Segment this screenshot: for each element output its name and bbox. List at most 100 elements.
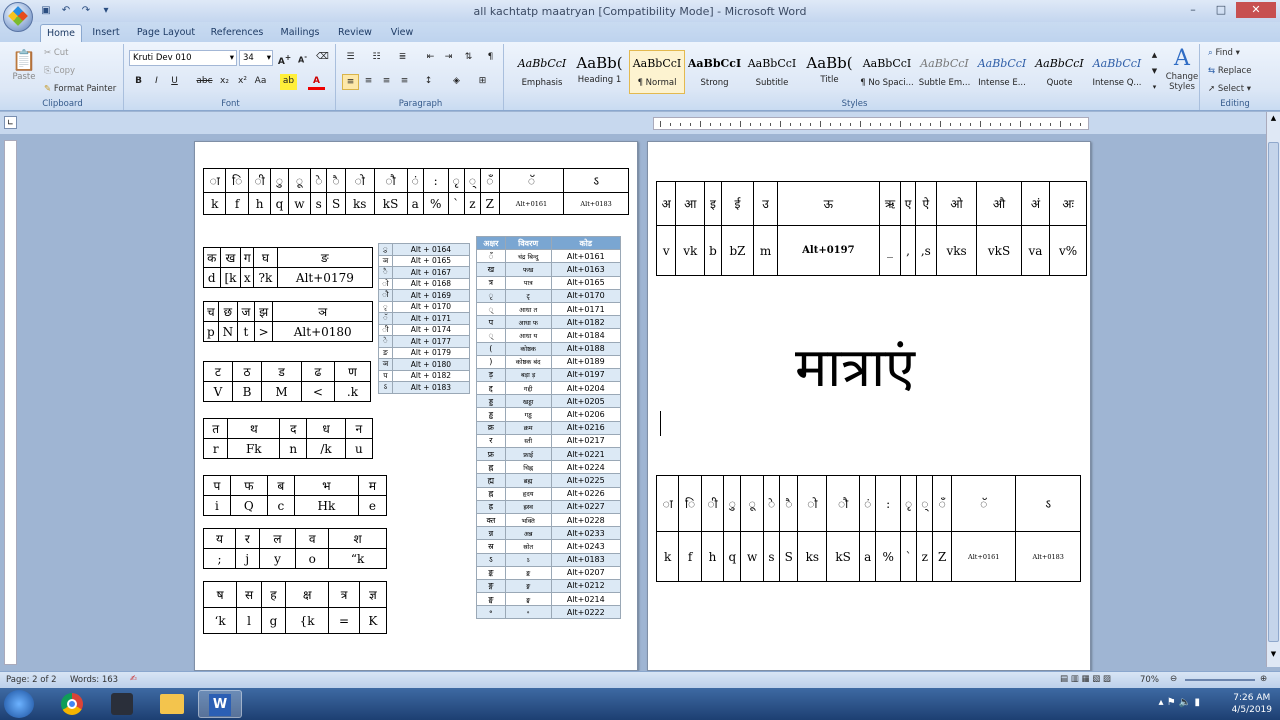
tab-insert[interactable]: Insert	[88, 24, 124, 42]
table-cell: ँ	[476, 249, 506, 264]
zoom-level[interactable]: 70%	[1140, 675, 1159, 685]
multilevel-list-icon[interactable]: ≣	[394, 50, 411, 66]
style-item[interactable]: AaBbCcI Strong	[687, 50, 743, 94]
select-button[interactable]: ➚ Select ▾	[1208, 84, 1251, 94]
style-item[interactable]: AaBbCcI ¶ No Spaci...	[859, 50, 915, 94]
style-item[interactable]: AaBb(Title	[802, 50, 858, 94]
grow-font-button[interactable]: A+	[276, 50, 293, 67]
maximize-button[interactable]: □	[1208, 2, 1234, 18]
word-count[interactable]: Words: 163	[70, 675, 118, 685]
zoom-slider[interactable]	[1185, 679, 1255, 681]
shading-icon[interactable]: ◈	[448, 74, 465, 90]
scroll-down-icon[interactable]: ▼	[1146, 64, 1163, 78]
office-button[interactable]	[3, 2, 33, 32]
vertical-scrollbar[interactable]: ▲ ▼	[1266, 112, 1280, 667]
scroll-up-icon[interactable]: ▲	[1146, 48, 1163, 62]
view-buttons[interactable]: ▤ ▥ ▦ ▧ ▨	[1060, 674, 1111, 684]
more-styles-icon[interactable]: ▾	[1146, 80, 1163, 94]
clock[interactable]: 7:26 AM 4/5/2019	[1232, 692, 1272, 716]
style-item[interactable]: AaBbCcI Intense E...	[974, 50, 1030, 94]
tab-review[interactable]: Review	[334, 24, 376, 42]
clear-format-icon[interactable]: ⌫	[314, 50, 331, 66]
paragraph-group: ☰ ☷ ≣ ⇤ ⇥ ⇅ ¶ ≡ ≡ ≡ ≡ ↕ ◈ ⊞ Paragraph	[338, 44, 504, 110]
justify-icon[interactable]: ≡	[396, 74, 413, 90]
table-cell: ्	[916, 475, 934, 532]
chevron-down-icon: ▾	[266, 53, 271, 63]
replace-button[interactable]: ⇆ Replace	[1208, 66, 1251, 76]
copy-button[interactable]: ⎘ Copy	[44, 66, 75, 76]
font-name-select[interactable]: Kruti Dev 010 ▾	[129, 50, 237, 66]
start-button[interactable]	[4, 690, 34, 718]
bold-button[interactable]: B	[130, 74, 147, 90]
table-cell: Alt+0161	[498, 192, 565, 215]
cut-button[interactable]: ✂ Cut	[44, 48, 68, 58]
file-explorer-icon[interactable]	[150, 690, 194, 718]
font-size-select[interactable]: 34 ▾	[239, 50, 273, 66]
decrease-indent-icon[interactable]: ⇤	[422, 50, 439, 66]
change-styles-button[interactable]: A Change Styles	[1162, 46, 1202, 92]
increase-indent-icon[interactable]: ⇥	[440, 50, 457, 66]
zoom-out-icon[interactable]: ⊖	[1170, 674, 1177, 684]
minimize-button[interactable]: –	[1180, 2, 1206, 18]
font-color-icon[interactable]: A	[308, 74, 325, 90]
style-item[interactable]: AaBb(Heading 1	[572, 50, 628, 94]
word-taskbar-icon[interactable]: W	[198, 690, 242, 718]
cursor-icon: ➚	[1208, 84, 1216, 94]
table-row: ह्म ब्रह्म Alt+0225	[476, 473, 622, 488]
tab-mailings[interactable]: Mailings	[276, 24, 324, 42]
tab-page-layout[interactable]: Page Layout	[134, 24, 198, 42]
styles-label: Styles	[841, 99, 868, 109]
paste-button[interactable]: 📋 Paste	[10, 48, 38, 88]
style-item[interactable]: AaBbCcI ¶ Normal	[629, 50, 685, 94]
table-cell: Alt+0227	[550, 499, 622, 514]
vertical-ruler[interactable]	[4, 140, 17, 665]
show-formatting-icon[interactable]: ¶	[482, 50, 499, 66]
tab-selector[interactable]: ∟	[4, 116, 17, 129]
numbering-icon[interactable]: ☷	[368, 50, 385, 66]
scroll-thumb[interactable]	[1268, 142, 1279, 642]
scroll-down-arrow-icon[interactable]: ▼	[1268, 650, 1279, 662]
table-row: ् आधा य Alt+0184	[476, 328, 622, 343]
tray-icons[interactable]: ▴ ⚑ 🔈 ▮	[1159, 697, 1200, 708]
superscript-button[interactable]: x²	[234, 74, 251, 90]
style-item[interactable]: AaBbCcI Emphasis	[514, 50, 570, 94]
style-item[interactable]: AaBbCcI Quote	[1032, 50, 1088, 94]
tab-view[interactable]: View	[384, 24, 420, 42]
page-count[interactable]: Page: 2 of 2	[6, 675, 57, 685]
subscript-button[interactable]: x₂	[216, 74, 233, 90]
style-item[interactable]: AaBbCcI Subtitle	[744, 50, 800, 94]
align-center-icon[interactable]: ≡	[360, 74, 377, 90]
bullets-icon[interactable]: ☰	[342, 50, 359, 66]
ruler-tick	[1030, 123, 1031, 126]
underline-button[interactable]: U	[166, 74, 183, 90]
editing-label: Editing	[1220, 99, 1250, 109]
ruler-tick	[1070, 123, 1071, 126]
sort-icon[interactable]: ⇅	[460, 50, 477, 66]
align-right-icon[interactable]: ≡	[378, 74, 395, 90]
proofing-icon[interactable]: ✍	[130, 674, 137, 684]
editing-group: ⌕ Find ▾ ⇆ Replace ➚ Select ▾ Editing	[1202, 44, 1268, 110]
app-icon[interactable]	[100, 690, 144, 718]
tab-home[interactable]: Home	[40, 24, 82, 42]
change-case-button[interactable]: Aa	[252, 74, 269, 90]
format-painter-button[interactable]: ✎ Format Painter	[44, 84, 116, 94]
borders-icon[interactable]: ⊞	[474, 74, 491, 90]
find-button[interactable]: ⌕ Find ▾	[1208, 48, 1240, 58]
strikethrough-button[interactable]: abc	[196, 74, 213, 90]
style-item[interactable]: AaBbCcI Intense Q...	[1089, 50, 1145, 94]
horizontal-ruler[interactable]	[653, 117, 1089, 130]
ruler-tick	[990, 123, 991, 126]
shrink-font-button[interactable]: A-	[294, 50, 311, 66]
line-spacing-icon[interactable]: ↕	[420, 74, 437, 90]
highlight-icon[interactable]: ab	[280, 74, 297, 90]
style-item[interactable]: AaBbCcI Subtle Em...	[917, 50, 973, 94]
tab-references[interactable]: References	[208, 24, 266, 42]
style-name: Emphasis	[521, 78, 563, 88]
align-left-icon[interactable]: ≡	[342, 74, 359, 90]
zoom-in-icon[interactable]: ⊕	[1260, 674, 1267, 684]
close-button[interactable]: ✕	[1236, 2, 1276, 18]
chrome-icon[interactable]	[50, 690, 94, 718]
scroll-up-arrow-icon[interactable]: ▲	[1268, 114, 1279, 126]
italic-button[interactable]: I	[148, 74, 165, 90]
table-cell: े	[310, 168, 328, 193]
